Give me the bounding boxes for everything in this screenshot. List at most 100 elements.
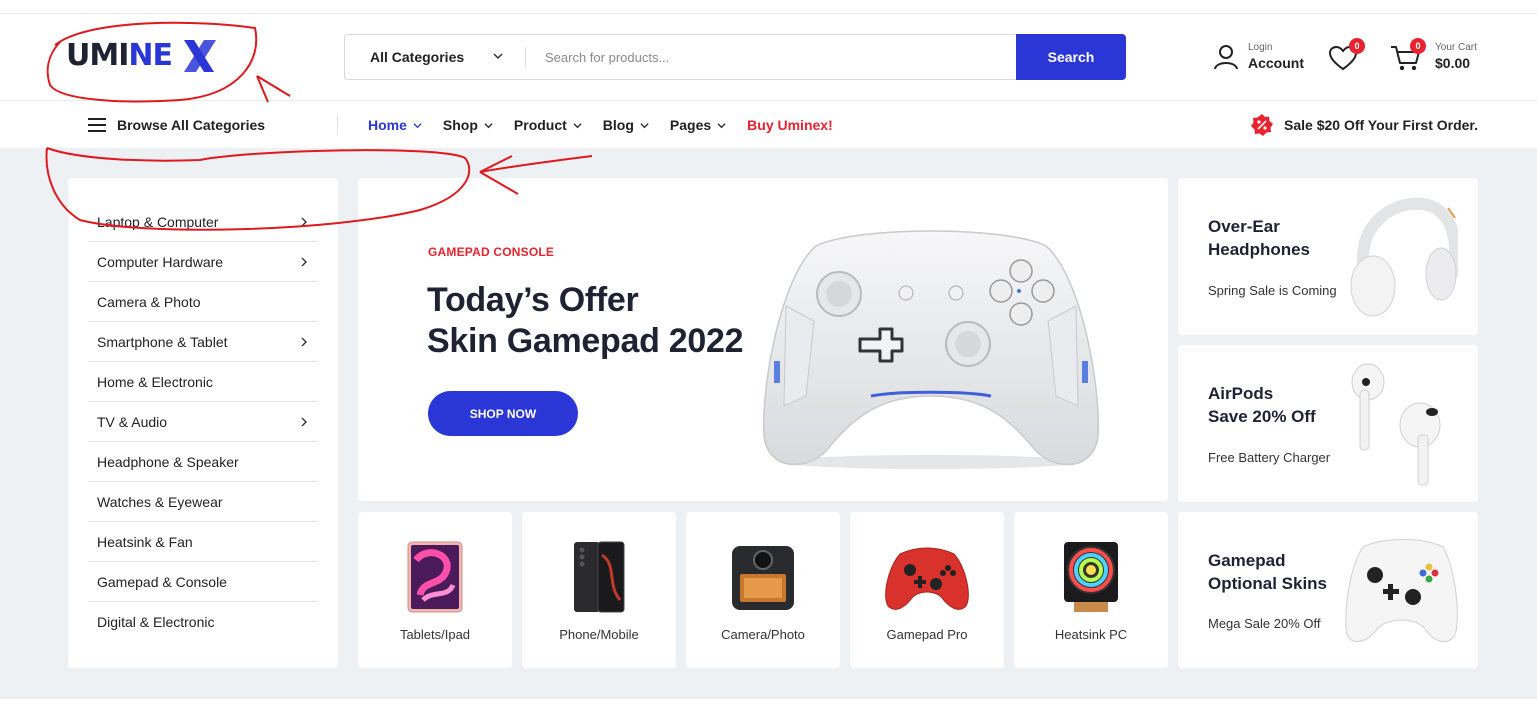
logo-wordmark: UMINE: [66, 38, 173, 73]
promo-card-headphones[interactable]: Over-Ear Headphones Spring Sale is Comin…: [1178, 178, 1478, 335]
site-logo[interactable]: UMINE: [66, 34, 216, 78]
account-label: Account: [1248, 55, 1304, 71]
product-card[interactable]: Tablets/Ipad: [358, 512, 512, 668]
nav-item-label: Shop: [442, 117, 478, 133]
category-item[interactable]: Camera & Photo: [88, 282, 318, 322]
category-label: Watches & Eyewear: [97, 493, 223, 510]
chevron-right-icon: [301, 257, 307, 267]
promo-card-gamepad-skins[interactable]: Gamepad Optional Skins Mega Sale 20% Off: [1178, 512, 1478, 668]
discount-badge-icon: [1251, 114, 1273, 136]
category-label: Computer Hardware: [97, 253, 224, 270]
nav-item-label: Blog: [602, 117, 634, 133]
card-title-line-1: Over-Ear: [1208, 217, 1280, 236]
product-label: Phone/Mobile: [559, 627, 639, 642]
nav-item-shop[interactable]: Shop: [443, 117, 493, 133]
product-label: Camera/Photo: [721, 627, 805, 642]
nav-item-home[interactable]: Home: [368, 117, 422, 133]
logo-text-b: NE: [128, 38, 173, 73]
nav-item-product[interactable]: Product: [514, 117, 582, 133]
category-label: Heatsink & Fan: [97, 533, 193, 550]
browse-categories-button[interactable]: Browse All Categories: [88, 101, 265, 149]
hero-title: Today’s Offer Skin Gamepad 2022: [427, 280, 743, 362]
promo-text: Sale $20 Off Your First Order.: [1284, 117, 1478, 133]
browse-categories-label: Browse All Categories: [117, 117, 266, 133]
phone-image: [574, 541, 625, 613]
heatsink-image: [1064, 542, 1118, 612]
wishlist-count-badge: 0: [1349, 38, 1365, 54]
nav-item-label: Buy Uminex!: [747, 117, 833, 133]
chevron-down-icon: [413, 122, 422, 128]
category-label: Smartphone & Tablet: [97, 333, 228, 350]
logo-x-icon: [184, 40, 216, 72]
card-title-line-1: AirPods: [1208, 384, 1274, 403]
chevron-down-icon: [484, 122, 493, 128]
chevron-down-icon: [640, 122, 649, 128]
red-gamepad-image: [885, 547, 969, 610]
search-divider: [525, 47, 526, 67]
search-bar: All Categories Search: [344, 34, 1126, 80]
search-input[interactable]: [545, 45, 1005, 69]
wishlist-button[interactable]: 0: [1328, 38, 1365, 72]
cart-count-badge: 0: [1410, 38, 1426, 54]
category-item[interactable]: Heatsink & Fan: [88, 522, 318, 562]
shop-now-button[interactable]: SHOP NOW: [428, 391, 578, 436]
category-sidebar: Laptop & Computer Computer Hardware Came…: [68, 178, 338, 668]
product-card[interactable]: Camera/Photo: [686, 512, 840, 668]
category-label: Home & Electronic: [97, 373, 213, 390]
nav-item-label: Product: [513, 117, 567, 133]
card-title-line-2: Save 20% Off: [1208, 407, 1316, 426]
bottom-strip: [0, 699, 1537, 717]
category-item[interactable]: Digital & Electronic: [88, 602, 318, 642]
nav-item-blog[interactable]: Blog: [603, 117, 649, 133]
card-title-line-2: Optional Skins: [1208, 574, 1328, 593]
main-nav: Browse All Categories Home Shop Product …: [0, 100, 1537, 148]
cart-label: Your Cart: [1435, 42, 1477, 53]
chevron-right-icon: [301, 417, 307, 427]
nav-menu: Home Shop Product Blog Pages Buy Uminex!: [368, 101, 854, 149]
site-header: UMINE All Categories Search Login Accoun…: [0, 14, 1537, 100]
menu-icon: [88, 118, 106, 132]
gamepad-image: [762, 230, 1100, 469]
category-item[interactable]: Home & Electronic: [88, 362, 318, 402]
card-title-line-1: Gamepad: [1208, 551, 1286, 570]
card-title: Over-Ear Headphones: [1208, 215, 1310, 261]
category-item[interactable]: Gamepad & Console: [88, 562, 318, 602]
product-card[interactable]: Phone/Mobile: [522, 512, 676, 668]
nav-divider: [337, 115, 338, 135]
category-item[interactable]: Computer Hardware: [88, 242, 318, 282]
category-label: Digital & Electronic: [97, 614, 215, 630]
category-item[interactable]: Watches & Eyewear: [88, 482, 318, 522]
category-item[interactable]: Laptop & Computer: [88, 202, 318, 242]
category-item[interactable]: TV & Audio: [88, 402, 318, 442]
search-category-select[interactable]: All Categories: [345, 35, 525, 79]
promo-banner[interactable]: Sale $20 Off Your First Order.: [1250, 101, 1478, 149]
product-card[interactable]: Heatsink PC: [1014, 512, 1168, 668]
category-label: Headphone & Speaker: [97, 453, 239, 470]
white-gamepad-image: [1345, 539, 1458, 643]
top-bar: [0, 0, 1537, 14]
chevron-right-icon: [301, 217, 307, 227]
category-item[interactable]: Headphone & Speaker: [88, 442, 318, 482]
card-subtitle: Mega Sale 20% Off: [1208, 616, 1321, 631]
search-button[interactable]: Search: [1016, 34, 1126, 80]
hero-banner: GAMEPAD CONSOLE Today’s Offer Skin Gamep…: [358, 178, 1168, 501]
action-camera-image: [732, 546, 794, 610]
product-label: Gamepad Pro: [886, 627, 968, 642]
product-card[interactable]: Gamepad Pro: [850, 512, 1004, 668]
card-title-line-2: Headphones: [1208, 240, 1311, 259]
card-title: AirPods Save 20% Off: [1208, 382, 1316, 428]
tablet-image: [407, 541, 463, 613]
nav-item-label: Home: [368, 117, 407, 133]
chevron-down-icon: [717, 122, 726, 128]
category-item[interactable]: Smartphone & Tablet: [88, 322, 318, 362]
nav-item-buy[interactable]: Buy Uminex!: [747, 117, 833, 133]
nav-item-pages[interactable]: Pages: [670, 117, 726, 133]
user-icon: [1214, 45, 1238, 70]
category-label: Laptop & Computer: [97, 213, 219, 230]
hero-title-line-1: Today’s Offer: [427, 281, 639, 319]
promo-card-airpods[interactable]: AirPods Save 20% Off Free Battery Charge…: [1178, 345, 1478, 502]
hero-tag: GAMEPAD CONSOLE: [428, 245, 555, 259]
card-subtitle: Free Battery Charger: [1208, 450, 1331, 465]
cart-total: $0.00: [1435, 55, 1471, 71]
account-login-label: Login: [1248, 42, 1273, 53]
